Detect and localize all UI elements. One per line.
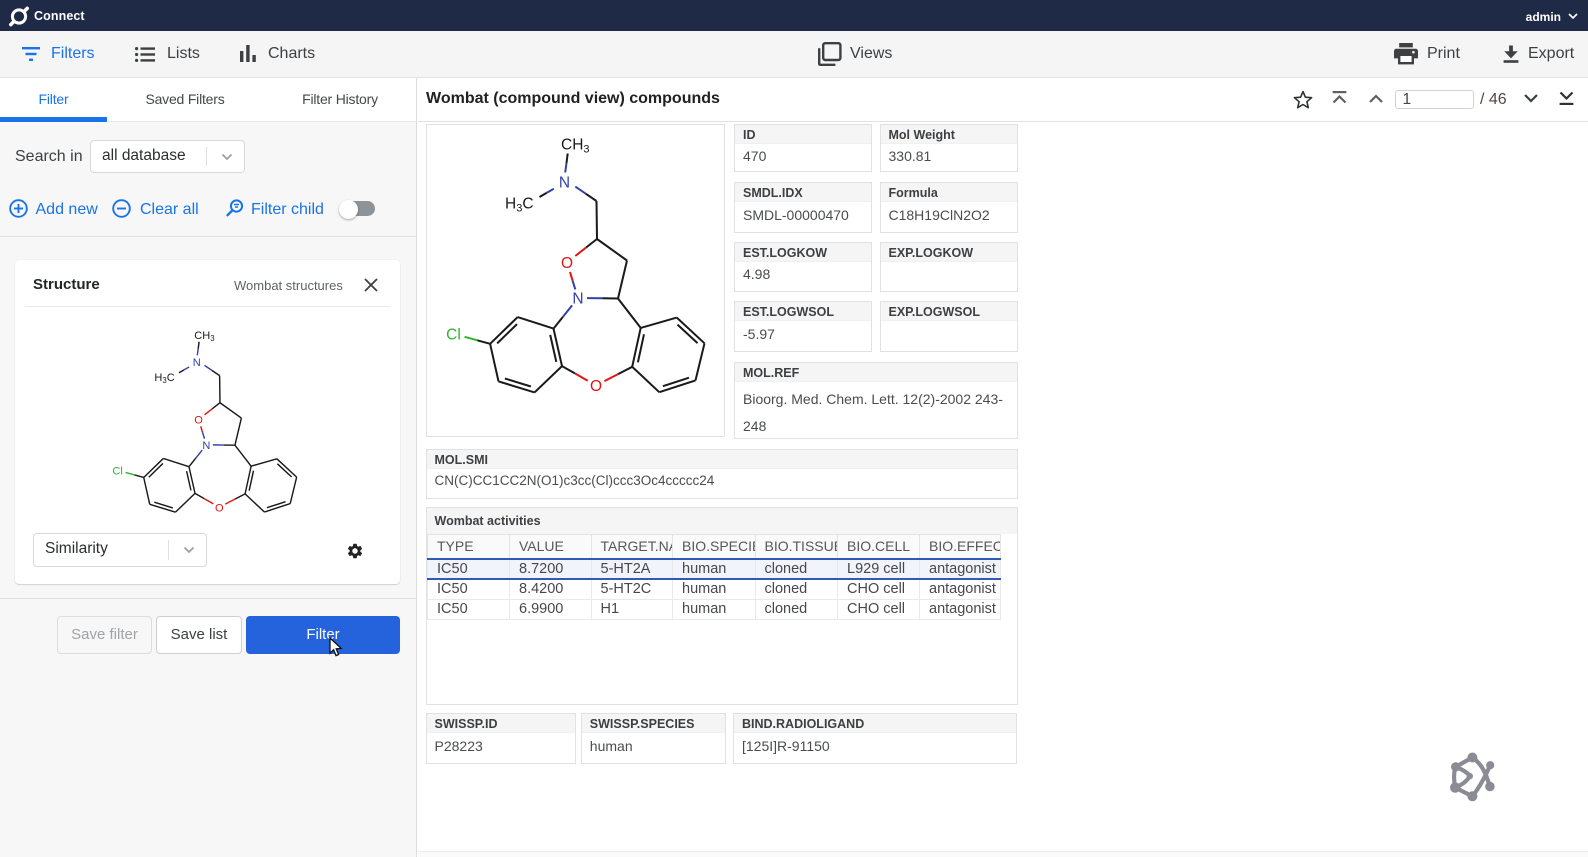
svg-text:N: N	[192, 357, 200, 369]
svg-text:Cl: Cl	[112, 466, 122, 478]
svg-text:Cl: Cl	[446, 327, 461, 344]
svg-text:N: N	[559, 175, 570, 192]
svg-text:H3C: H3C	[154, 372, 174, 385]
svg-text:O: O	[215, 502, 224, 514]
svg-text:O: O	[561, 255, 573, 272]
svg-text:N: N	[572, 291, 583, 308]
svg-text:CH3: CH3	[561, 137, 590, 156]
svg-text:CH3: CH3	[194, 330, 215, 343]
svg-text:N: N	[202, 440, 210, 452]
svg-text:H3C: H3C	[505, 196, 534, 215]
svg-text:O: O	[590, 378, 602, 395]
svg-text:O: O	[194, 415, 203, 427]
